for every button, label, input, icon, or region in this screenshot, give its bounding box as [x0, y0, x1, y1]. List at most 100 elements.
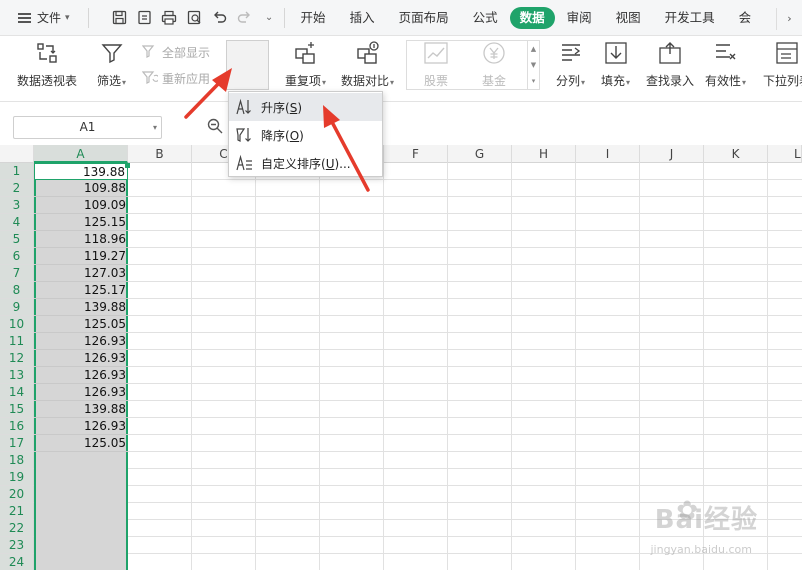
- tab-member[interactable]: 会: [727, 7, 756, 29]
- sort-descending-item[interactable]: 降序(O): [229, 121, 382, 149]
- duplicates-icon: [293, 40, 319, 66]
- tab-data[interactable]: 数据: [509, 6, 555, 29]
- reapply-label: 重新应用: [162, 72, 211, 86]
- filter-icon: [99, 40, 125, 66]
- tab-home[interactable]: 开始: [289, 7, 338, 29]
- row-header[interactable]: 10: [0, 316, 34, 333]
- show-all-button[interactable]: 全部显示: [141, 44, 210, 61]
- column-header-i[interactable]: I: [576, 145, 640, 163]
- row-header[interactable]: 6: [0, 248, 34, 265]
- sort-descending-label: 降序(O): [261, 128, 304, 143]
- row-header[interactable]: 16: [0, 418, 34, 435]
- row-header[interactable]: 4: [0, 214, 34, 231]
- lookup-entry-label: 查找录入: [646, 74, 695, 88]
- redo-icon[interactable]: [236, 9, 253, 26]
- name-box[interactable]: A1 ▾: [13, 116, 162, 139]
- pivot-table-button[interactable]: 数据透视表: [17, 40, 77, 89]
- column-header-g[interactable]: G: [448, 145, 512, 163]
- cell-a[interactable]: 126.93: [34, 418, 128, 435]
- row-header[interactable]: 19: [0, 469, 34, 486]
- row-header[interactable]: 15: [0, 401, 34, 418]
- print-icon[interactable]: [161, 9, 178, 26]
- cell-a[interactable]: 125.05: [34, 316, 128, 333]
- cell-a[interactable]: 126.93: [34, 333, 128, 350]
- print-preview-icon[interactable]: [186, 9, 203, 26]
- column-header-f[interactable]: F: [384, 145, 448, 163]
- dropdown-list-button[interactable]: 下拉列表: [763, 40, 802, 89]
- lookup-entry-button[interactable]: 查找录入: [646, 40, 694, 89]
- row-header[interactable]: 24: [0, 554, 34, 570]
- tab-formulas[interactable]: 公式: [461, 7, 510, 29]
- custom-sort-item[interactable]: 自定义排序(U)...: [229, 149, 382, 177]
- duplicates-button[interactable]: 重复项▾: [285, 40, 326, 89]
- file-menu-button[interactable]: 文件 ▾: [0, 6, 78, 30]
- validity-button[interactable]: 有效性▾: [705, 40, 746, 89]
- column-header-h[interactable]: H: [512, 145, 576, 163]
- cell-a[interactable]: 125.17: [34, 282, 128, 299]
- column-header-j[interactable]: J: [640, 145, 704, 163]
- customize-toolbar-icon[interactable]: ⌄: [261, 9, 278, 26]
- row-header[interactable]: 8: [0, 282, 34, 299]
- cell-a[interactable]: 125.05: [34, 435, 128, 452]
- tab-page-layout[interactable]: 页面布局: [387, 7, 461, 29]
- fill-handle[interactable]: [125, 163, 130, 168]
- column-header-a[interactable]: A: [34, 145, 128, 163]
- filter-label: 筛选: [97, 74, 122, 88]
- row-header[interactable]: 21: [0, 503, 34, 520]
- cell-a[interactable]: 139.88: [34, 163, 128, 180]
- zoom-icon[interactable]: [206, 117, 224, 135]
- data-compare-button[interactable]: 数据对比▾: [341, 40, 394, 89]
- column-header-k[interactable]: K: [704, 145, 768, 163]
- cell-a[interactable]: 139.88: [34, 299, 128, 316]
- tab-view[interactable]: 视图: [604, 7, 653, 29]
- row-header[interactable]: 22: [0, 520, 34, 537]
- cell-a[interactable]: 126.93: [34, 384, 128, 401]
- split-column-button[interactable]: 分列▾: [556, 40, 585, 89]
- row-header[interactable]: 17: [0, 435, 34, 452]
- reapply-button[interactable]: 重新应用: [141, 70, 211, 87]
- row-header[interactable]: 1: [0, 163, 34, 180]
- cell-a[interactable]: 118.96: [34, 231, 128, 248]
- tab-developer[interactable]: 开发工具: [653, 7, 727, 29]
- chevron-down-icon: ▾: [626, 78, 631, 87]
- sort-ascending-item[interactable]: 升序(S): [229, 93, 382, 121]
- ribbon: 数据透视表 筛选▾ 全部显示 重新应用 排序▾ 重复项▾ 数据对比: [0, 36, 802, 102]
- tab-insert[interactable]: 插入: [338, 7, 387, 29]
- select-all-corner[interactable]: [0, 145, 34, 163]
- row-header[interactable]: 3: [0, 197, 34, 214]
- tabs-scroll-right-icon[interactable]: ›: [776, 8, 802, 30]
- column-header-b[interactable]: B: [128, 145, 192, 163]
- row-header[interactable]: 18: [0, 452, 34, 469]
- filter-button[interactable]: 筛选▾: [97, 40, 126, 89]
- row-header[interactable]: 7: [0, 265, 34, 282]
- cell-a[interactable]: 127.03: [34, 265, 128, 282]
- tab-review[interactable]: 审阅: [555, 7, 604, 29]
- row-header[interactable]: 5: [0, 231, 34, 248]
- column-header-l[interactable]: L: [768, 145, 802, 163]
- name-box-value: A1: [79, 120, 96, 134]
- cell-a[interactable]: 119.27: [34, 248, 128, 265]
- row-header[interactable]: 12: [0, 350, 34, 367]
- row-header[interactable]: 9: [0, 299, 34, 316]
- row-header[interactable]: 11: [0, 333, 34, 350]
- sort-ascending-icon: [235, 98, 253, 116]
- fill-button[interactable]: 填充▾: [601, 40, 630, 89]
- cell-a[interactable]: 126.93: [34, 350, 128, 367]
- row-header[interactable]: 14: [0, 384, 34, 401]
- chevron-down-icon: ▾: [581, 78, 586, 87]
- cell-a[interactable]: 139.88: [34, 401, 128, 418]
- row-header[interactable]: 20: [0, 486, 34, 503]
- cell-a[interactable]: 109.88: [34, 180, 128, 197]
- save-icon[interactable]: [111, 9, 128, 26]
- cell-a[interactable]: 126.93: [34, 367, 128, 384]
- cell-a[interactable]: 125.15: [34, 214, 128, 231]
- export-pdf-icon[interactable]: [136, 9, 153, 26]
- split-column-label: 分列: [556, 74, 581, 88]
- row-header[interactable]: 2: [0, 180, 34, 197]
- row-header[interactable]: 23: [0, 537, 34, 554]
- gallery-scroll[interactable]: ▲ ▼ ▾: [527, 41, 539, 89]
- cell-a[interactable]: 109.09: [34, 197, 128, 214]
- pivot-table-icon: [34, 40, 60, 66]
- row-header[interactable]: 13: [0, 367, 34, 384]
- undo-icon[interactable]: [211, 9, 228, 26]
